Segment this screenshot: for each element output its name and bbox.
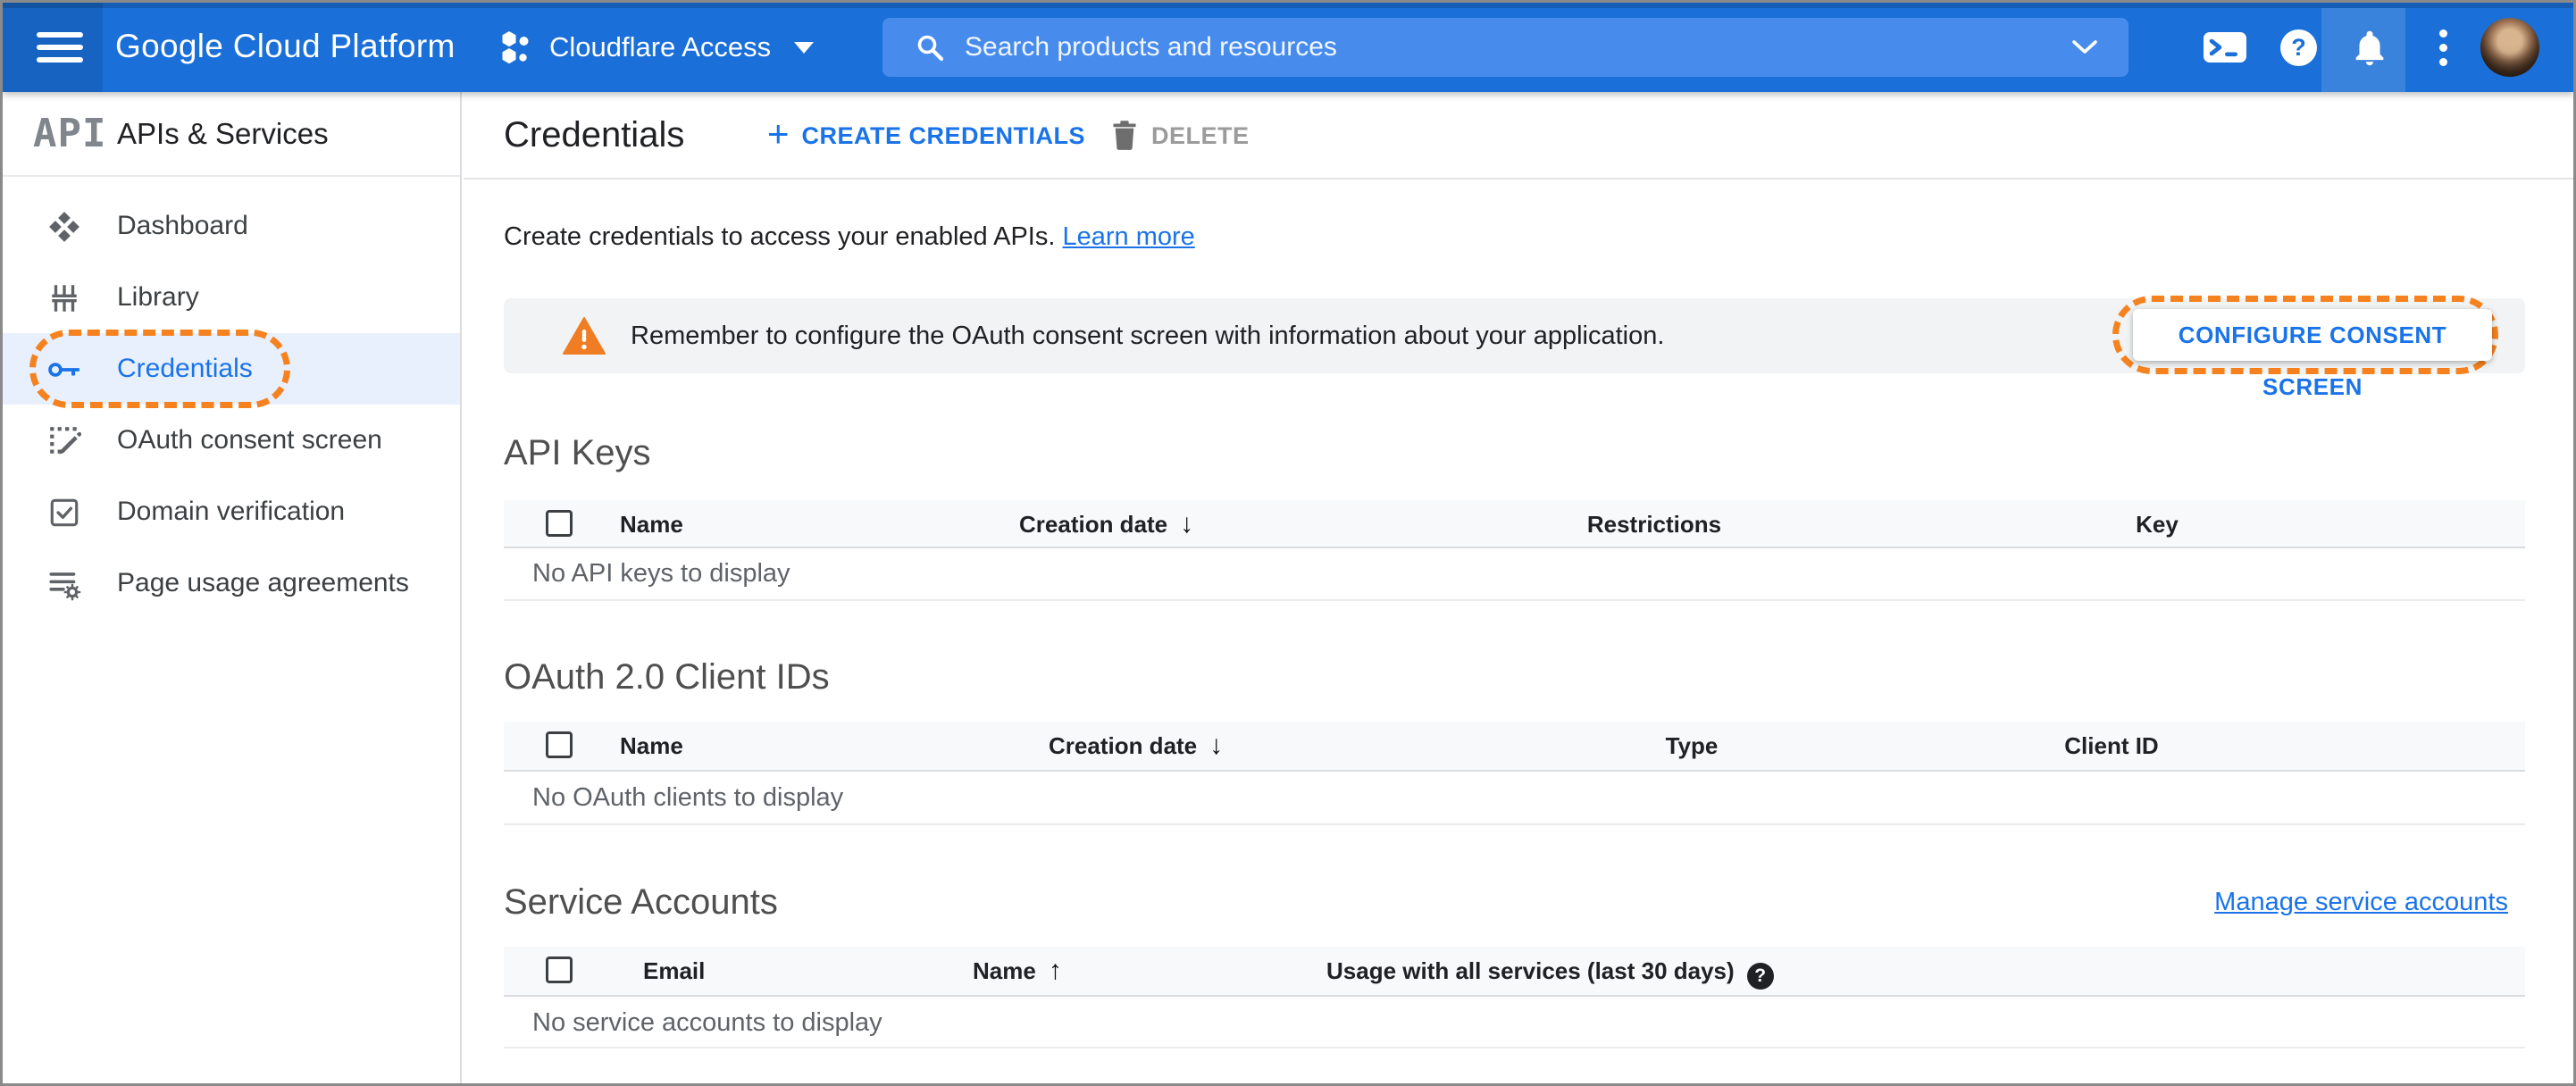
trash-icon <box>1113 121 1136 150</box>
domain-verification-icon <box>50 498 79 527</box>
column-header-usage: Usage with all services (last 30 days)? <box>1326 947 1774 995</box>
api-keys-empty-row: No API keys to display <box>504 548 2525 601</box>
column-header-client-id: Client ID <box>2064 732 2159 759</box>
select-all-checkbox[interactable] <box>546 510 573 537</box>
usage-help-icon[interactable]: ? <box>1746 963 1774 990</box>
top-nav-bar: Google Cloud Platform Cloudflare Access <box>3 3 2573 92</box>
oauth-clients-empty-row: No OAuth clients to display <box>504 773 2525 825</box>
key-icon <box>48 363 79 377</box>
sort-ascending-icon: ↑ <box>1048 956 1062 985</box>
column-header-key: Key <box>2136 511 2179 538</box>
sidebar-item-page-usage-agreements[interactable]: Page usage agreements <box>3 547 460 619</box>
help-icon[interactable]: ? <box>2280 3 2317 92</box>
main-content: Credentials + CREATE CREDENTIALS DELETE … <box>464 92 2573 1083</box>
more-options-icon[interactable] <box>2434 3 2452 92</box>
oauth-clients-section-title: OAuth 2.0 Client IDs <box>504 657 830 697</box>
column-header-type: Type <box>1665 732 1719 759</box>
oauth-clients-table-header: Name Creation date ↓ Type Client ID <box>504 722 2525 772</box>
service-accounts-table-header: Email Name ↑ Usage with all services (las… <box>504 947 2525 997</box>
gcp-logo[interactable]: Google Cloud Platform <box>115 3 456 92</box>
banner-message: Remember to configure the OAuth consent … <box>631 322 1665 350</box>
consent-button-annotation-outline: CONFIGURE CONSENT SCREEN <box>2112 296 2498 400</box>
column-header-name[interactable]: Name ↑ <box>973 947 1062 995</box>
chevron-down-icon <box>794 41 815 54</box>
column-header-name: Name <box>620 511 683 538</box>
delete-button[interactable]: DELETE <box>1112 92 1250 180</box>
sort-descending-icon: ↓ <box>1180 509 1194 539</box>
service-accounts-empty-row: No service accounts to display <box>504 998 2525 1048</box>
search-bar[interactable] <box>882 18 2129 77</box>
plus-icon: + <box>767 113 790 155</box>
sidebar-item-library[interactable]: Library <box>3 262 460 333</box>
search-input[interactable] <box>965 32 2071 63</box>
column-header-name: Name <box>620 732 683 759</box>
search-icon <box>917 35 944 62</box>
page-title: Credentials <box>504 115 685 155</box>
sidebar-item-credentials[interactable]: Credentials <box>3 333 460 405</box>
credentials-toolbar: Credentials + CREATE CREDENTIALS DELETE <box>464 92 2573 180</box>
page-usage-agreements-icon <box>49 572 81 601</box>
sidebar-header: API APIs & Services <box>3 92 460 177</box>
column-header-creation-date[interactable]: Creation date ↓ <box>1019 500 1193 548</box>
learn-more-link[interactable]: Learn more <box>1062 222 1194 251</box>
intro-text: Create credentials to access your enable… <box>504 222 1195 251</box>
project-selector[interactable]: Cloudflare Access <box>499 3 815 92</box>
dashboard-icon <box>49 212 79 242</box>
hamburger-menu-icon[interactable] <box>37 32 83 63</box>
oauth-consent-icon <box>50 427 81 455</box>
project-name: Cloudflare Access <box>549 31 772 63</box>
sort-descending-icon: ↓ <box>1209 731 1224 760</box>
api-product-icon: API <box>33 111 107 156</box>
api-keys-section-title: API Keys <box>504 433 651 472</box>
sidebar: API APIs & Services Dashboard Library Cr… <box>3 92 462 1083</box>
api-keys-table-header: Name Creation date ↓ Restrictions Key <box>504 500 2525 548</box>
gcp-credentials-page: Google Cloud Platform Cloudflare Access <box>0 0 2576 1086</box>
library-icon <box>52 285 77 312</box>
cloud-shell-icon[interactable] <box>2202 3 2248 92</box>
sidebar-item-oauth-consent-screen[interactable]: OAuth consent screen <box>3 405 460 476</box>
select-all-checkbox[interactable] <box>546 957 573 983</box>
column-header-creation-date[interactable]: Creation date ↓ <box>1049 722 1223 770</box>
sidebar-item-domain-verification[interactable]: Domain verification <box>3 476 460 547</box>
column-header-email: Email <box>643 957 706 984</box>
warning-icon <box>563 317 606 355</box>
service-accounts-section-title: Service Accounts <box>504 882 778 922</box>
manage-service-accounts-link[interactable]: Manage service accounts <box>2214 879 2508 925</box>
select-all-checkbox[interactable] <box>546 731 573 758</box>
column-header-restrictions: Restrictions <box>1586 511 1722 538</box>
sidebar-item-dashboard[interactable]: Dashboard <box>3 190 460 262</box>
configure-consent-screen-button[interactable]: CONFIGURE CONSENT SCREEN <box>2133 309 2492 400</box>
account-avatar[interactable] <box>2480 18 2539 77</box>
create-credentials-button[interactable]: + CREATE CREDENTIALS <box>767 92 1085 180</box>
project-hexagon-icon <box>502 31 529 64</box>
sidebar-title: APIs & Services <box>117 117 329 150</box>
chevron-down-icon[interactable] <box>2071 39 2098 55</box>
notifications-bell-icon[interactable] <box>2352 3 2388 92</box>
